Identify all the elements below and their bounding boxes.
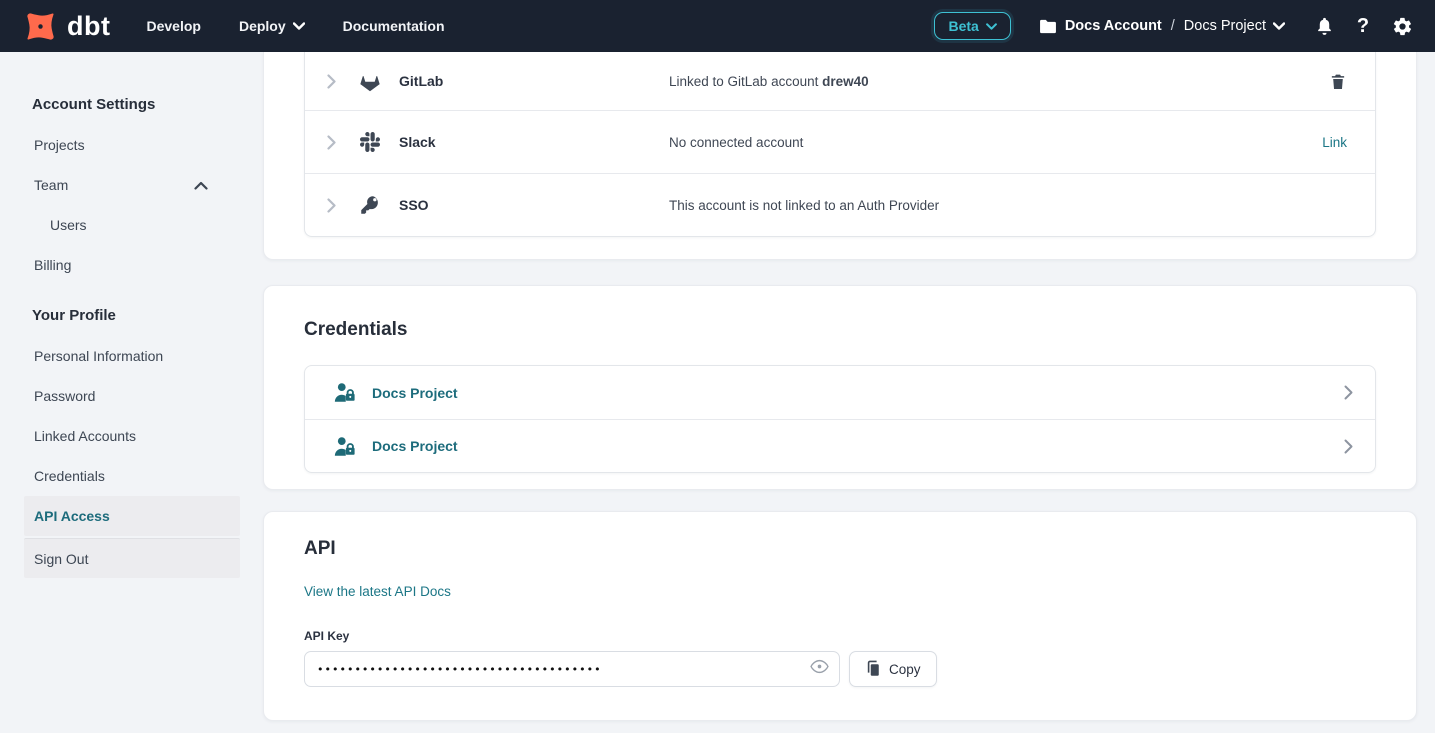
linked-account-row-gitlab: GitLab Linked to GitLab account drew40 (305, 52, 1375, 110)
api-docs-link[interactable]: View the latest API Docs (304, 584, 451, 599)
sidebar-item-linked-accounts[interactable]: Linked Accounts (24, 416, 240, 456)
linked-account-row-sso: SSO This account is not linked to an Aut… (305, 173, 1375, 236)
beta-dropdown-button[interactable]: Beta (934, 12, 1010, 40)
sidebar-heading-your-profile: Your Profile (24, 307, 263, 324)
chevron-up-icon (194, 181, 208, 190)
credentials-table: Docs Project (304, 365, 1376, 473)
sidebar-item-credentials[interactable]: Credentials (24, 456, 240, 496)
chevron-right-icon (1344, 439, 1353, 454)
brand-name: dbt (67, 11, 110, 42)
breadcrumb-account[interactable]: Docs Account (1039, 18, 1162, 34)
key-icon (358, 195, 382, 215)
settings-gear-icon[interactable] (1389, 13, 1415, 39)
primary-nav: Develop Deploy Documentation (146, 18, 444, 34)
user-lock-icon (333, 382, 357, 403)
chevron-down-icon (1273, 22, 1285, 30)
gitlab-username: drew40 (822, 74, 869, 89)
sidebar-item-billing[interactable]: Billing (24, 245, 240, 285)
credential-row[interactable]: Docs Project (305, 366, 1375, 419)
copy-api-key-button[interactable]: Copy (849, 651, 937, 687)
breadcrumb: Docs Account / Docs Project (1039, 18, 1285, 34)
sidebar-item-users[interactable]: Users (24, 205, 240, 245)
nav-item-documentation[interactable]: Documentation (343, 18, 445, 34)
main-content: GitLab Linked to GitLab account drew40 (263, 52, 1435, 733)
api-title: API (304, 538, 1376, 560)
sidebar-item-sign-out[interactable]: Sign Out (24, 538, 240, 578)
chevron-right-icon[interactable] (327, 198, 336, 213)
dbt-logo-icon (22, 8, 59, 45)
gitlab-icon (358, 71, 382, 92)
credentials-title: Credentials (304, 319, 1376, 341)
chevron-right-icon[interactable] (327, 74, 336, 89)
help-icon[interactable]: ? (1350, 13, 1376, 39)
api-key-input[interactable] (304, 651, 840, 687)
linked-accounts-card: GitLab Linked to GitLab account drew40 (263, 52, 1417, 260)
slack-icon (358, 132, 382, 152)
chevron-right-icon (1344, 385, 1353, 400)
link-slack-button[interactable]: Link (1322, 135, 1347, 150)
service-status: Linked to GitLab account drew40 (669, 74, 1329, 89)
sidebar-item-password[interactable]: Password (24, 376, 240, 416)
service-status: This account is not linked to an Auth Pr… (669, 198, 1347, 213)
chevron-down-icon (293, 22, 305, 30)
credential-project-name: Docs Project (372, 438, 458, 454)
chevron-right-icon[interactable] (327, 135, 336, 150)
sidebar-item-personal-information[interactable]: Personal Information (24, 336, 240, 376)
service-status: No connected account (669, 135, 1322, 150)
credential-project-name: Docs Project (372, 385, 458, 401)
credentials-card: Credentials Docs Project (263, 285, 1417, 490)
nav-item-deploy[interactable]: Deploy (239, 18, 305, 34)
folder-icon (1039, 19, 1057, 34)
copy-icon (865, 660, 881, 678)
eye-icon[interactable] (810, 659, 829, 674)
user-lock-icon (333, 436, 357, 457)
service-name: GitLab (399, 73, 669, 89)
api-card: API View the latest API Docs API Key (263, 511, 1417, 721)
breadcrumb-project-dropdown[interactable]: Docs Project (1184, 18, 1285, 34)
sidebar-item-api-access[interactable]: API Access (24, 496, 240, 536)
credential-row[interactable]: Docs Project (305, 419, 1375, 472)
service-name: Slack (399, 134, 669, 150)
trash-icon[interactable] (1329, 72, 1347, 91)
top-navbar: dbt Develop Deploy Documentation Beta Do… (0, 0, 1435, 52)
api-key-label: API Key (304, 629, 1376, 643)
sidebar-item-team[interactable]: Team (24, 165, 240, 205)
sidebar-heading-account-settings: Account Settings (24, 96, 263, 113)
nav-item-develop[interactable]: Develop (146, 18, 200, 34)
linked-accounts-table: GitLab Linked to GitLab account drew40 (304, 52, 1376, 237)
linked-account-row-slack: Slack No connected account Link (305, 110, 1375, 173)
breadcrumb-separator: / (1171, 18, 1175, 34)
dbt-logo[interactable]: dbt (22, 8, 110, 45)
sidebar-item-projects[interactable]: Projects (24, 125, 240, 165)
chevron-down-icon (986, 23, 997, 30)
service-name: SSO (399, 197, 669, 213)
notifications-bell-icon[interactable] (1311, 13, 1337, 39)
settings-sidebar: Account Settings Projects Team Users Bil… (0, 52, 263, 733)
